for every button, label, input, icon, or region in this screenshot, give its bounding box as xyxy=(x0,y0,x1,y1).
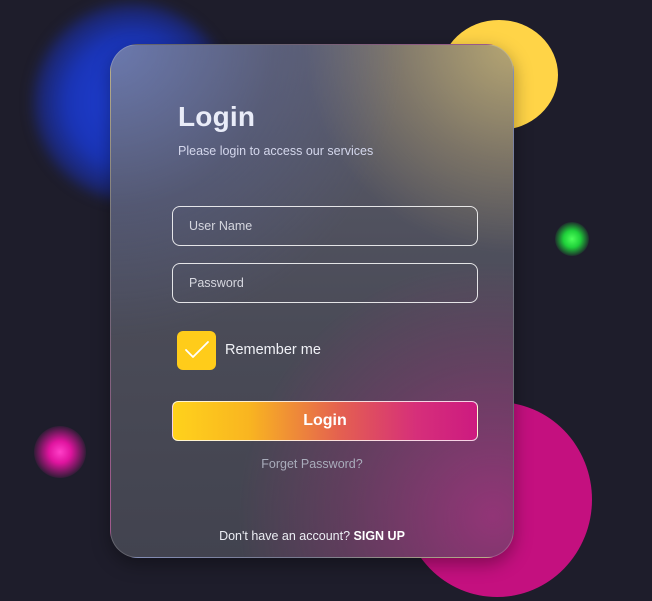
signup-line: Don't have an account? SIGN UP xyxy=(111,529,513,543)
page-subtitle: Please login to access our services xyxy=(178,144,374,158)
remember-me-row: Remember me xyxy=(177,330,321,370)
signup-link[interactable]: SIGN UP xyxy=(354,529,405,543)
login-screen: Login Please login to access our service… xyxy=(0,0,652,601)
green-dot-decoration xyxy=(555,222,589,256)
remember-me-label[interactable]: Remember me xyxy=(225,342,321,358)
login-button[interactable]: Login xyxy=(172,401,478,441)
password-input[interactable] xyxy=(172,263,478,303)
login-card: Login Please login to access our service… xyxy=(110,44,514,558)
signup-prompt: Don't have an account? xyxy=(219,529,351,543)
remember-me-checkbox[interactable] xyxy=(177,330,216,370)
checkmark-icon xyxy=(184,341,209,358)
page-title: Login xyxy=(178,101,256,132)
pink-dot-decoration xyxy=(34,426,86,478)
forgot-password-link[interactable]: Forget Password? xyxy=(111,457,513,471)
username-input[interactable] xyxy=(172,206,478,246)
